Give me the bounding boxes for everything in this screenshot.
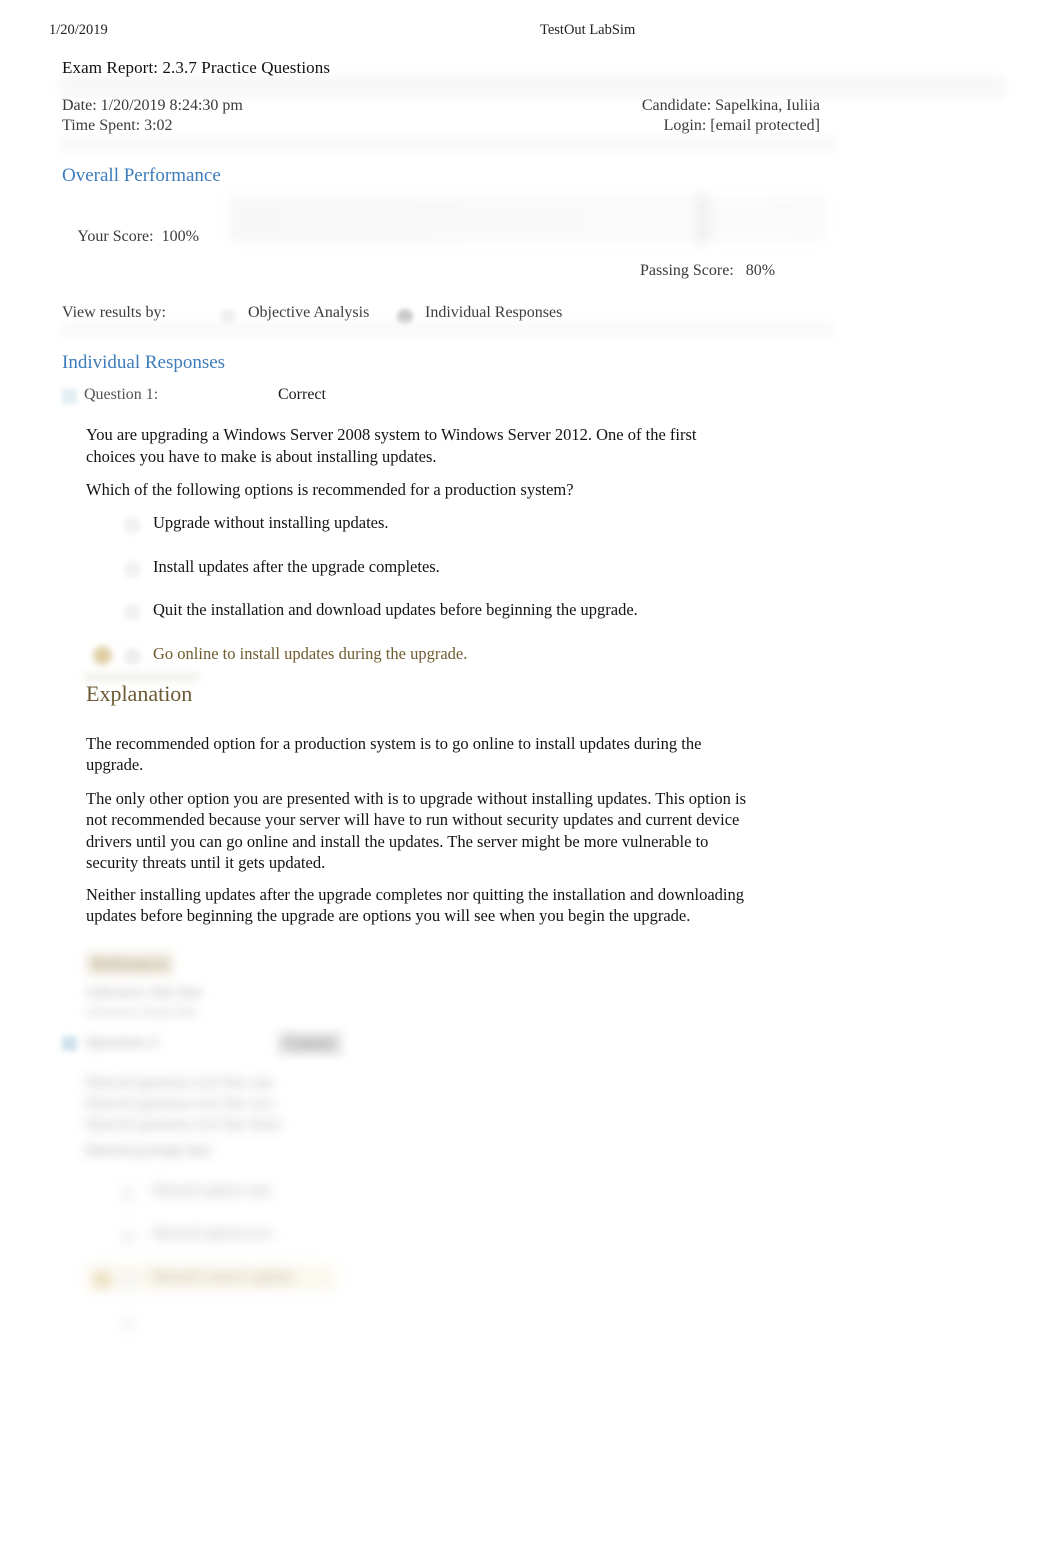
radio-icon[interactable]: [124, 604, 141, 621]
passing-score-row: Passing Score: 80%: [624, 244, 775, 298]
radio-icon[interactable]: [120, 1316, 136, 1332]
answer-option-correct[interactable]: Go online to install updates during the …: [86, 640, 820, 687]
answer-label: Quit the installation and download updat…: [153, 600, 638, 619]
individual-responses-heading: Individual Responses: [62, 352, 226, 373]
explanation-paragraph: Neither installing updates after the upg…: [86, 884, 745, 926]
view-results-divider-band: [60, 322, 835, 338]
print-date: 1/20/2019: [49, 22, 108, 38]
stem-line: blurred question text line two: [86, 1095, 275, 1112]
checkmark-icon: [92, 1270, 112, 1290]
radio-icon[interactable]: [124, 560, 141, 578]
radio-icon[interactable]: [120, 1186, 136, 1202]
reference-line: reference title line: [86, 984, 203, 1001]
answer-option[interactable]: Upgrade without installing updates.: [120, 512, 820, 556]
answer-option[interactable]: Install updates after the upgrade comple…: [120, 556, 820, 600]
score-bar-graphic: [228, 192, 826, 246]
question-result-status: Correct: [278, 1032, 342, 1055]
time-spent: Time Spent: 3:02: [62, 117, 173, 134]
checkmark-icon: [92, 644, 113, 666]
question-prompt: Which of the following options is recomm…: [86, 480, 574, 499]
report-date: Date: 1/20/2019 8:24:30 pm: [62, 97, 243, 114]
question-prompt: blurred prompt line: [86, 1142, 211, 1159]
answer-label: Go online to install updates during the …: [153, 643, 468, 663]
view-option-label: Objective Analysis: [248, 304, 370, 321]
question-stem: blurred question text line one blurred q…: [86, 1072, 786, 1135]
question-bullet-icon: [62, 1036, 77, 1051]
answer-options-list: Upgrade without installing updates. Inst…: [86, 512, 820, 687]
your-score-label: Your Score:: [77, 228, 154, 245]
stem-line: blurred question text line one: [86, 1074, 274, 1091]
obscured-content-region: References reference title line referenc…: [0, 930, 1062, 1350]
answer-label: Upgrade without installing updates.: [153, 513, 389, 532]
stem-line: blurred question text line three: [86, 1116, 283, 1133]
question-header: Question 1: Correct: [62, 384, 862, 412]
question-bullet-icon: [62, 389, 77, 404]
radio-selected-icon[interactable]: [124, 647, 141, 665]
radio-icon[interactable]: [124, 517, 141, 534]
meta-divider-band: [60, 136, 835, 152]
question-stem: You are upgrading a Windows Server 2008 …: [86, 425, 697, 466]
references-heading: References: [86, 952, 174, 976]
candidate-name: Candidate: Sapelkina, Iuliia: [641, 97, 820, 114]
radio-selected-icon[interactable]: [120, 1272, 136, 1288]
reference-line: reference detail line: [86, 1005, 198, 1020]
your-score-value: 100%: [161, 228, 199, 245]
explanation-paragraph: The only other option you are presented …: [86, 788, 747, 873]
candidate-login: Login: [email protected]: [663, 117, 820, 134]
page-title: Exam Report: 2.3.7 Practice Questions: [62, 58, 331, 77]
answer-label: Install updates after the upgrade comple…: [153, 556, 440, 576]
view-results-label: View results by:: [62, 304, 166, 321]
answer-label: blurred option one: [153, 1182, 272, 1199]
explanation-paragraph: The recommended option for a production …: [86, 733, 702, 775]
title-underline-band: [60, 76, 1005, 98]
exam-report-page: 1/20/2019 TestOut LabSim Exam Report: 2.…: [0, 0, 1062, 1561]
question-result-status: Correct: [278, 386, 326, 403]
explanation-heading: Explanation: [86, 681, 193, 706]
answer-option[interactable]: Quit the installation and download updat…: [120, 599, 820, 643]
radio-icon[interactable]: [120, 1229, 136, 1245]
passing-score-value: 80%: [745, 262, 776, 279]
view-option-label: Individual Responses: [425, 304, 563, 321]
question-label: Question 1:: [84, 386, 159, 403]
passing-score-label: Passing Score:: [640, 262, 734, 279]
passing-score-marker: [698, 192, 705, 246]
answer-label: blurred option two: [153, 1225, 273, 1242]
answer-label: blurred correct option: [153, 1268, 293, 1285]
question-label: Question 2:: [86, 1034, 161, 1051]
print-header: 1/20/2019 TestOut LabSim: [0, 22, 1062, 44]
app-name: TestOut LabSim: [540, 22, 636, 38]
overall-performance-heading: Overall Performance: [62, 165, 221, 186]
your-score-row: Your Score: 100%: [62, 210, 199, 264]
